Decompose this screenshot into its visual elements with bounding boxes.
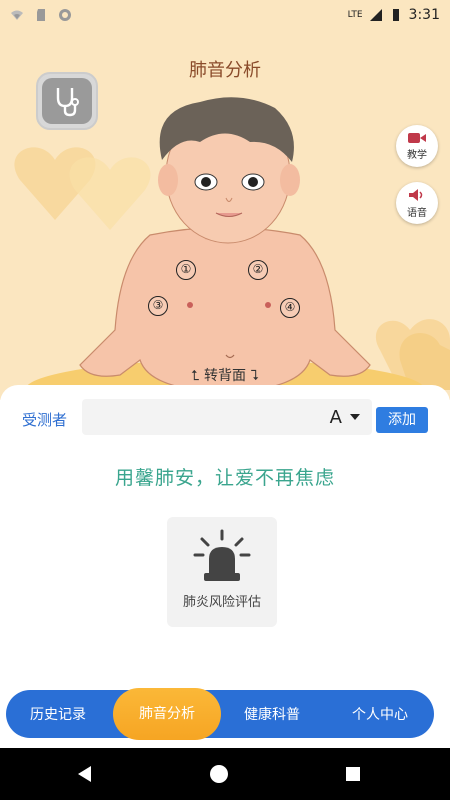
home-icon[interactable] <box>210 765 228 783</box>
battery-icon <box>392 9 399 21</box>
flip-back-button[interactable]: ⮤ 转背面 ⮧ <box>0 365 450 385</box>
system-navigation-bar <box>0 748 450 800</box>
pneumonia-risk-assessment-card[interactable]: 肺炎风险评估 <box>167 517 277 627</box>
back-icon[interactable] <box>78 766 91 782</box>
teach-label: 教学 <box>407 149 427 161</box>
subject-value: A <box>329 407 342 428</box>
voice-label: 语音 <box>407 207 427 219</box>
stethoscope-icon <box>56 88 79 117</box>
auscultation-point-4[interactable]: ④ <box>280 298 300 318</box>
stethoscope-button[interactable] <box>36 72 98 130</box>
tab-profile[interactable]: 个人中心 <box>352 704 408 724</box>
wifi-icon <box>11 10 23 20</box>
hero-area: 肺音分析 教学 语音 ① ② ③ ④ ⮤ 转背面 ⮧ <box>0 30 450 400</box>
bottom-tab-bar: 历史记录 肺音分析 健康科普 个人中心 <box>6 688 434 740</box>
tab-lung-analysis[interactable]: 肺音分析 <box>113 688 221 740</box>
chevron-down-icon <box>350 414 360 420</box>
content-sheet: 受测者 A 添加 用馨肺安，让爱不再焦虑 肺炎风险评估 <box>0 385 450 705</box>
auscultation-point-1[interactable]: ① <box>176 260 196 280</box>
signal-icon <box>369 9 382 21</box>
tab-health-education[interactable]: 健康科普 <box>244 704 300 724</box>
flip-label: 转背面 <box>204 368 246 384</box>
teach-button[interactable]: 教学 <box>396 125 438 167</box>
tab-history[interactable]: 历史记录 <box>30 704 86 724</box>
flip-left-arrow-icon: ⮤ <box>191 368 200 384</box>
add-subject-button[interactable]: 添加 <box>376 407 428 433</box>
flip-right-arrow-icon: ⮧ <box>250 368 259 384</box>
auscultation-point-2[interactable]: ② <box>248 260 268 280</box>
auscultation-point-3[interactable]: ③ <box>148 296 168 316</box>
network-type: LTE <box>347 10 363 20</box>
speaker-icon <box>409 188 423 201</box>
record-icon <box>59 9 71 21</box>
slogan: 用馨肺安，让爱不再焦虑 <box>114 467 335 489</box>
subject-dropdown[interactable]: A <box>82 399 372 435</box>
sd-card-icon <box>37 9 45 21</box>
video-camera-icon <box>408 132 426 143</box>
status-time: 3:31 <box>408 7 440 23</box>
alarm-icon <box>193 529 251 581</box>
subject-row: 受测者 A 添加 <box>22 399 432 439</box>
assessment-label: 肺炎风险评估 <box>182 595 261 610</box>
voice-button[interactable]: 语音 <box>396 182 438 224</box>
status-bar: LTE 3:31 <box>0 0 450 30</box>
recent-apps-icon[interactable] <box>346 767 360 781</box>
subject-label: 受测者 <box>22 410 68 429</box>
